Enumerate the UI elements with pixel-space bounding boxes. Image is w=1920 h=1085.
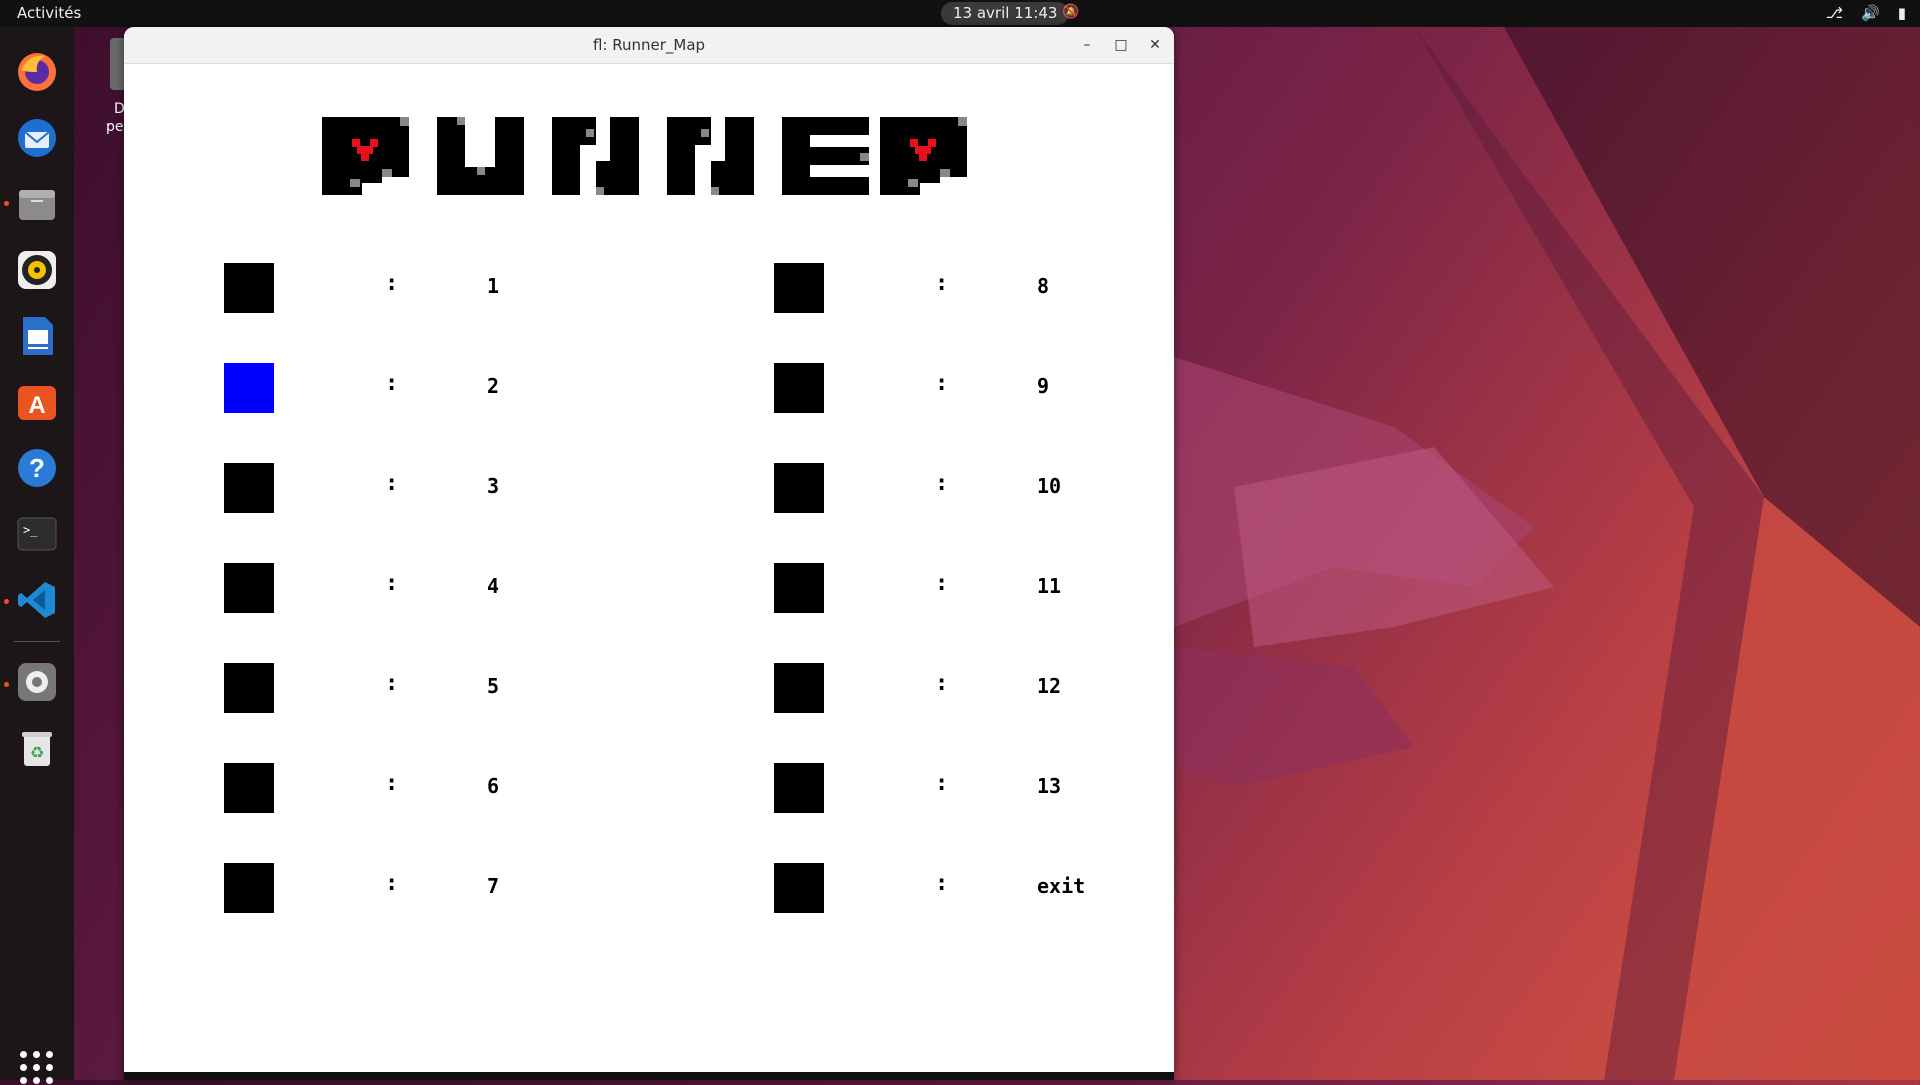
game-canvas[interactable]: : 1 : 2 : 3 : 4 : 5 : 6 : 7 : 8: 9: 10… xyxy=(124,64,1174,1080)
map-1-label: 1 xyxy=(487,274,500,298)
desktop-file-label: D pe xyxy=(106,101,125,135)
map-13-label: 13 xyxy=(1037,774,1062,798)
logo-letter-e xyxy=(782,117,869,195)
software-icon[interactable]: A xyxy=(13,378,61,426)
clock-button[interactable]: 13 avril 11:43 xyxy=(941,2,1070,25)
svg-text:>_: >_ xyxy=(23,523,38,537)
help-icon[interactable]: ? xyxy=(13,444,61,492)
minimize-button[interactable]: – xyxy=(1077,35,1097,55)
separator: : xyxy=(385,571,399,596)
separator: : xyxy=(935,871,949,896)
svg-text:♻: ♻ xyxy=(30,743,44,762)
settings-icon[interactable] xyxy=(13,658,61,706)
running-indicator xyxy=(4,201,9,206)
map-1-selector[interactable] xyxy=(224,263,274,313)
window-titlebar[interactable]: fl: Runner_Map – □ ✕ xyxy=(124,27,1174,64)
map-6-label: 6 xyxy=(487,774,500,798)
trash-icon[interactable]: ♻ xyxy=(13,724,61,772)
map-5-label: 5 xyxy=(487,674,500,698)
map-8-selector[interactable] xyxy=(774,263,824,313)
writer-icon[interactable] xyxy=(13,312,61,360)
map-5-selector[interactable] xyxy=(224,663,274,713)
separator: : xyxy=(385,671,399,696)
svg-text:A: A xyxy=(28,392,45,419)
map-3-label: 3 xyxy=(487,474,500,498)
firefox-icon[interactable] xyxy=(13,48,61,96)
running-indicator xyxy=(4,599,9,604)
separator: : xyxy=(935,471,949,496)
map-13-selector[interactable] xyxy=(774,763,824,813)
map-8-label: 8 xyxy=(1037,274,1050,298)
map-9-selector[interactable] xyxy=(774,363,824,413)
map-12-selector[interactable] xyxy=(774,663,824,713)
runner-map-window: fl: Runner_Map – □ ✕: 1: 2: 3: 4: 5… xyxy=(124,27,1174,1080)
rhythmbox-icon[interactable] xyxy=(13,246,61,294)
system-tray[interactable]: ⎇ 🔊 ▮ xyxy=(1826,4,1906,22)
notifications-muted-icon[interactable]: 🔕 xyxy=(1062,4,1079,20)
map-4-selector[interactable] xyxy=(224,563,274,613)
separator: : xyxy=(385,771,399,796)
separator: : xyxy=(935,371,949,396)
map-10-selector[interactable] xyxy=(774,463,824,513)
logo-letter-r xyxy=(322,117,409,195)
dock: A ? >_ ♻ xyxy=(0,27,74,1084)
map-10-label: 10 xyxy=(1037,474,1062,498)
separator: : xyxy=(385,871,399,896)
logo-letter-n2 xyxy=(667,117,754,195)
separator: : xyxy=(935,571,949,596)
dock-separator xyxy=(14,641,60,642)
activities-button[interactable]: Activités xyxy=(17,4,81,22)
vscode-icon[interactable] xyxy=(13,576,61,624)
separator: : xyxy=(385,371,399,396)
map-3-selector[interactable] xyxy=(224,463,274,513)
top-bar: Activités 13 avril 11:43 🔕 ⎇ 🔊 ▮ xyxy=(0,0,1920,27)
heart-icon xyxy=(910,139,936,161)
svg-text:?: ? xyxy=(29,453,45,483)
separator: : xyxy=(385,471,399,496)
window-title: fl: Runner_Map xyxy=(592,36,706,54)
running-indicator xyxy=(4,682,9,687)
close-button[interactable]: ✕ xyxy=(1145,35,1165,55)
window-bottom-edge xyxy=(124,1072,1174,1080)
map-11-label: 11 xyxy=(1037,574,1062,598)
files-icon[interactable] xyxy=(13,180,61,228)
map-12-label: 12 xyxy=(1037,674,1062,698)
heart-icon xyxy=(352,139,378,161)
map-6-selector[interactable] xyxy=(224,763,274,813)
map-2-selector[interactable] xyxy=(224,363,274,413)
thunderbird-icon[interactable] xyxy=(13,114,61,162)
map-4-label: 4 xyxy=(487,574,500,598)
separator: : xyxy=(935,671,949,696)
separator: : xyxy=(935,271,949,296)
separator: : xyxy=(385,271,399,296)
map-7-label: 7 xyxy=(487,874,500,898)
volume-icon[interactable]: 🔊 xyxy=(1861,4,1880,22)
network-icon[interactable]: ⎇ xyxy=(1826,4,1843,22)
map-7-selector[interactable] xyxy=(224,863,274,913)
terminal-icon[interactable]: >_ xyxy=(13,510,61,558)
logo-letter-r2 xyxy=(880,117,967,195)
exit-selector[interactable] xyxy=(774,863,824,913)
exit-label: exit xyxy=(1037,874,1086,898)
map-9-label: 9 xyxy=(1037,374,1050,398)
separator: : xyxy=(935,771,949,796)
logo-letter-n xyxy=(552,117,639,195)
battery-icon[interactable]: ▮ xyxy=(1898,4,1906,22)
maximize-button[interactable]: □ xyxy=(1111,35,1131,55)
map-11-selector[interactable] xyxy=(774,563,824,613)
wallpaper xyxy=(1174,27,1920,1080)
logo-letter-u xyxy=(437,117,524,195)
map-2-label: 2 xyxy=(487,374,500,398)
